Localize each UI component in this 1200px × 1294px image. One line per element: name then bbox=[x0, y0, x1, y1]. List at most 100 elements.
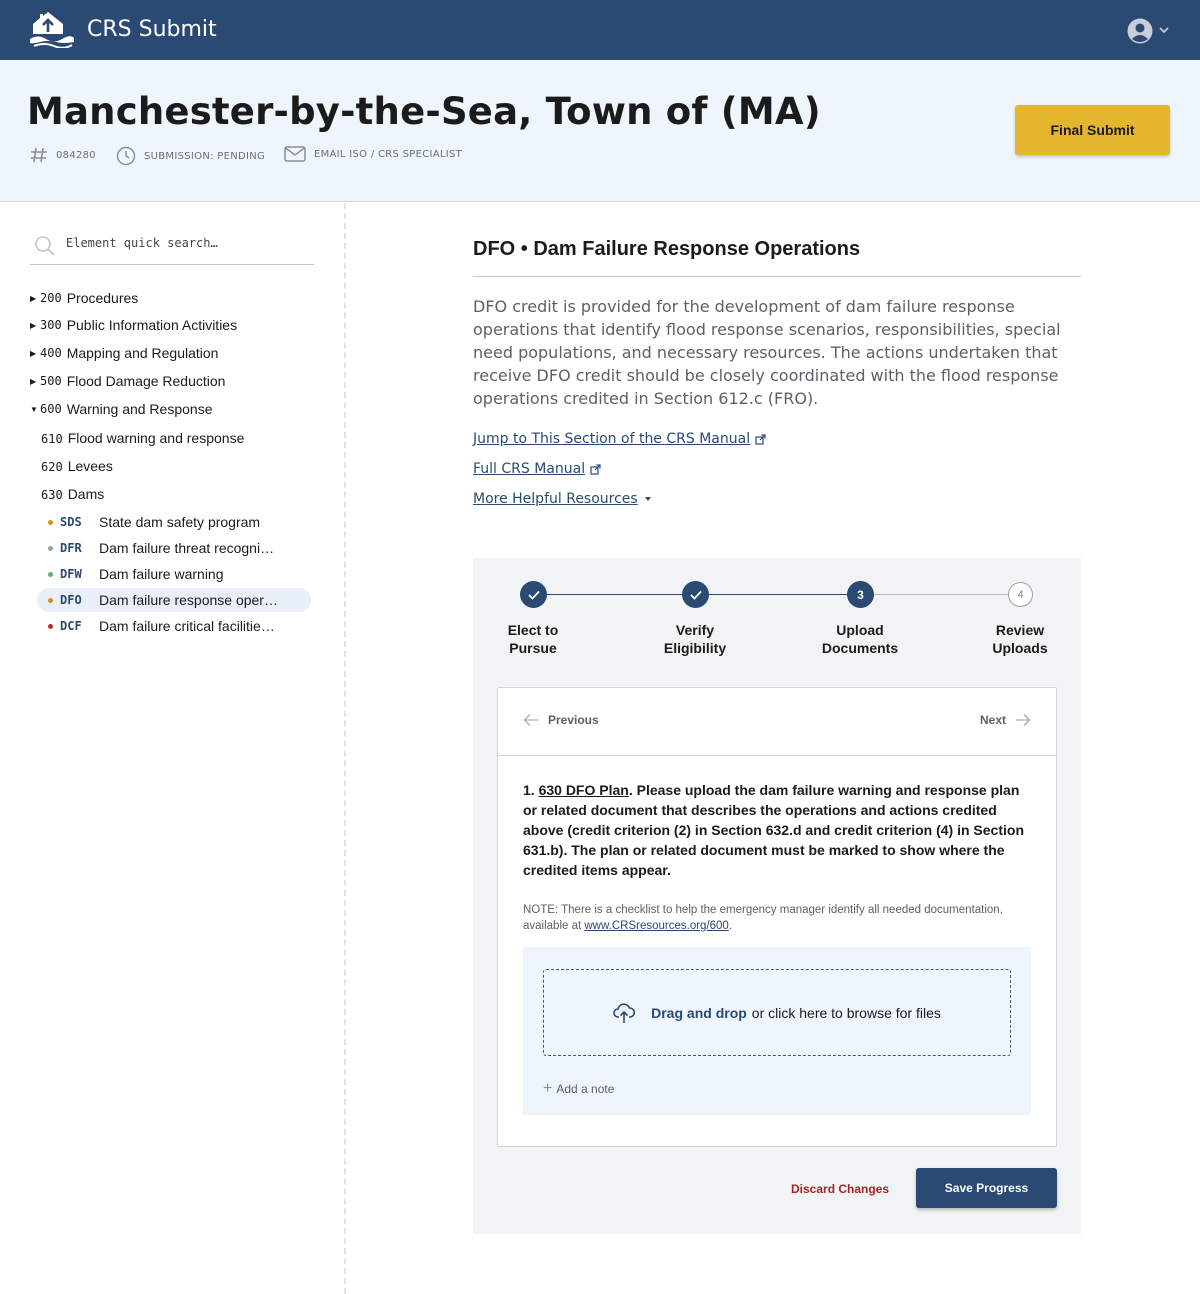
status-dot bbox=[48, 623, 53, 629]
next-label: Next bbox=[979, 713, 1006, 727]
full-manual-text[interactable]: Full CRS Manual bbox=[473, 461, 585, 477]
clock-icon bbox=[116, 146, 136, 166]
element-code: DFW bbox=[60, 567, 82, 581]
community-header: Manchester-by-the-Sea, Town of (MA) 0842… bbox=[0, 60, 1200, 202]
cloud-upload-icon bbox=[613, 1002, 636, 1023]
arrow-left-icon bbox=[523, 713, 538, 727]
submission-status: SUBMISSION: PENDING bbox=[116, 146, 265, 166]
community-title: Manchester-by-the-Sea, Town of (MA) bbox=[27, 90, 821, 133]
jump-to-manual-text[interactable]: Jump to This Section of the CRS Manual bbox=[473, 431, 750, 447]
email-specialist-text[interactable]: EMAIL ISO / CRS SPECIALIST bbox=[314, 149, 462, 160]
top-navbar: CRS Submit bbox=[0, 0, 1200, 60]
crs-logo-icon[interactable] bbox=[28, 12, 74, 48]
user-avatar-icon[interactable] bbox=[1127, 18, 1153, 44]
caret-down-icon bbox=[644, 497, 651, 501]
step-3-current[interactable]: 3 bbox=[847, 581, 874, 608]
checkmark-icon bbox=[527, 590, 540, 600]
tree-group-400[interactable]: ▶ 400 Mapping and Regulation bbox=[30, 345, 218, 361]
external-link-icon bbox=[590, 463, 601, 475]
element-label: State dam safety program bbox=[99, 514, 261, 530]
external-link-icon bbox=[755, 433, 766, 445]
tree-group-code: 300 bbox=[40, 318, 62, 332]
email-specialist-link[interactable]: EMAIL ISO / CRS SPECIALIST bbox=[284, 146, 462, 162]
requirement-note: NOTE: There is a checklist to help the e… bbox=[523, 904, 1003, 932]
element-code: DCF bbox=[60, 619, 82, 633]
add-note-button[interactable]: + Add a note bbox=[543, 1080, 615, 1097]
full-manual-link[interactable]: Full CRS Manual bbox=[473, 461, 601, 477]
requirement-link[interactable]: 630 DFO Plan bbox=[539, 782, 629, 798]
element-search bbox=[30, 229, 314, 265]
caret-right-icon: ▶ bbox=[30, 348, 37, 358]
activity-code: 620 bbox=[41, 460, 63, 474]
element-item-dfr[interactable]: DFR Dam failure threat recogni… bbox=[37, 536, 311, 560]
activity-630[interactable]: 630 Dams bbox=[41, 486, 104, 502]
element-item-dcf[interactable]: DCF Dam failure critical facilitie… bbox=[37, 614, 311, 638]
activity-label: Levees bbox=[67, 458, 113, 474]
element-item-dfw[interactable]: DFW Dam failure warning bbox=[37, 562, 311, 586]
chevron-down-icon[interactable] bbox=[1158, 25, 1170, 35]
step-2-complete[interactable] bbox=[682, 581, 709, 608]
step-1-complete[interactable] bbox=[520, 581, 547, 608]
dropzone-strong-text: Drag and drop bbox=[651, 1004, 747, 1021]
discard-changes-button[interactable]: Discard Changes bbox=[791, 1182, 889, 1196]
caret-down-icon: ▼ bbox=[30, 404, 38, 414]
tree-group-300[interactable]: ▶ 300 Public Information Activities bbox=[30, 317, 237, 333]
tree-group-code: 500 bbox=[40, 374, 62, 388]
activity-label: Dams bbox=[67, 486, 105, 502]
next-button[interactable]: Next bbox=[980, 713, 1031, 727]
step-2-label: Verify Eligibility bbox=[663, 622, 727, 656]
element-item-sds[interactable]: SDS State dam safety program bbox=[37, 510, 311, 534]
activity-610[interactable]: 610 Flood warning and response bbox=[41, 430, 244, 446]
element-label: Dam failure threat recogni… bbox=[99, 540, 275, 556]
hash-icon bbox=[31, 147, 47, 163]
step-3-label: Upload Documents bbox=[821, 622, 899, 656]
tree-group-label: Mapping and Regulation bbox=[66, 345, 219, 361]
tree-group-label: Public Information Activities bbox=[66, 317, 238, 333]
file-dropzone[interactable]: Drag and drop or click here to browse fo… bbox=[543, 969, 1011, 1056]
dropzone-text: or click here to browse for files bbox=[751, 1004, 941, 1021]
tree-group-label: Warning and Response bbox=[66, 401, 213, 417]
upload-area: Drag and drop or click here to browse fo… bbox=[523, 947, 1031, 1115]
requirement-text: 1. 630 DFO Plan. Please upload the dam f… bbox=[523, 782, 1024, 878]
jump-to-manual-link[interactable]: Jump to This Section of the CRS Manual bbox=[473, 431, 766, 447]
plus-icon: + bbox=[543, 1080, 553, 1097]
tree-group-500[interactable]: ▶ 500 Flood Damage Reduction bbox=[30, 373, 225, 389]
title-divider bbox=[473, 276, 1081, 277]
crs-resources-link[interactable]: www.CRSresources.org/600 bbox=[584, 920, 728, 932]
element-code: SDS bbox=[60, 515, 82, 529]
tree-group-200[interactable]: ▶ 200 Procedures bbox=[30, 290, 138, 306]
element-label: Dam failure response oper… bbox=[99, 592, 278, 608]
step-4-label: Review Uploads bbox=[992, 622, 1048, 656]
tree-group-code: 200 bbox=[40, 291, 62, 305]
tree-group-600[interactable]: ▼ 600 Warning and Response bbox=[30, 401, 212, 417]
status-dot bbox=[48, 545, 53, 551]
more-resources-dropdown[interactable]: More Helpful Resources bbox=[473, 491, 653, 507]
step-4-pending[interactable]: 4 bbox=[1008, 582, 1033, 607]
search-icon bbox=[35, 236, 55, 256]
checkmark-icon bbox=[689, 590, 702, 600]
previous-label: Previous bbox=[548, 713, 599, 727]
element-label: Dam failure warning bbox=[99, 566, 224, 582]
previous-button[interactable]: Previous bbox=[523, 713, 599, 727]
final-submit-button[interactable]: Final Submit bbox=[1015, 105, 1170, 155]
search-input[interactable] bbox=[66, 236, 306, 250]
element-code: DFO bbox=[60, 593, 82, 607]
element-item-dfo[interactable]: DFO Dam failure response oper… bbox=[37, 588, 311, 612]
caret-right-icon: ▶ bbox=[30, 293, 37, 303]
requirement-card: Previous Next 1. 630 DFO Plan. Please up… bbox=[497, 687, 1057, 1147]
status-dot bbox=[48, 571, 53, 577]
upload-wizard: 3 4 Elect to Pursue Verify Eligibility Upl… bbox=[473, 558, 1081, 1234]
tree-group-label: Procedures bbox=[66, 290, 139, 306]
element-title: DFO • Dam Failure Response Operations bbox=[473, 238, 861, 260]
step-1-label: Elect to Pursue bbox=[507, 622, 559, 656]
add-note-label: Add a note bbox=[556, 1082, 615, 1096]
activity-620[interactable]: 620 Levees bbox=[41, 458, 113, 474]
more-resources-text[interactable]: More Helpful Resources bbox=[473, 491, 638, 507]
sidebar: ▶ 200 Procedures ▶ 300 Public Informatio… bbox=[0, 203, 346, 1294]
arrow-right-icon bbox=[1016, 713, 1031, 727]
app-title[interactable]: CRS Submit bbox=[87, 17, 217, 42]
save-progress-button[interactable]: Save Progress bbox=[916, 1168, 1057, 1208]
step-connector bbox=[534, 594, 695, 595]
card-navigation: Previous Next bbox=[498, 688, 1056, 756]
envelope-icon bbox=[284, 146, 306, 162]
